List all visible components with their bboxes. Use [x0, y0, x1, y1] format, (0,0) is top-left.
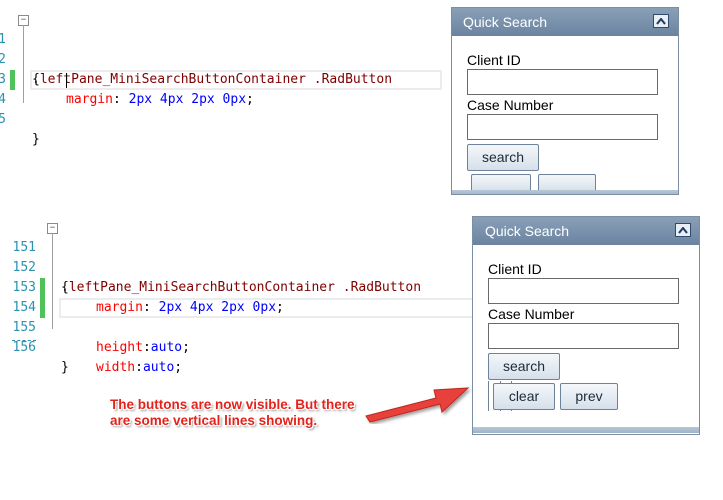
code-line: 154 height:auto;	[0, 278, 472, 355]
code-editor-top: 1 − .leftPane_MiniSearchButtonContainer …	[0, 8, 442, 147]
code-line[interactable]: 155 width:auto;	[0, 298, 472, 375]
client-id-label: Client ID	[488, 261, 542, 277]
collapse-icon[interactable]	[653, 14, 669, 28]
client-id-label: Client ID	[467, 52, 521, 68]
code-text: }	[61, 360, 69, 375]
code-text: }	[32, 132, 40, 147]
code-line: 5 }	[0, 90, 440, 147]
client-id-field[interactable]	[488, 278, 679, 304]
code-line: 2 {	[0, 30, 440, 87]
code-editor-bottom: 151 − .leftPane_MiniSearchButtonContaine…	[0, 216, 474, 375]
code-line: 153 margin: 2px 4px 2px 0px;	[0, 258, 472, 315]
quick-search-panel-bottom: Quick Search Client ID Case Number searc…	[472, 216, 700, 435]
code-line[interactable]: 4	[0, 70, 440, 107]
code-line: 1 − .leftPane_MiniSearchButtonContainer …	[0, 10, 440, 87]
code-line: 152 {	[0, 238, 472, 295]
code-line: 151 − .leftPane_MiniSearchButtonContaine…	[0, 218, 472, 295]
panel-header: Quick Search	[473, 217, 699, 245]
panel-bottom-bar	[473, 427, 699, 433]
changed-line-marker	[40, 278, 45, 298]
clear-button[interactable]: clear	[493, 383, 555, 410]
changed-line-marker	[40, 298, 45, 318]
client-id-field[interactable]	[467, 69, 658, 95]
clipped-line-number	[4, 339, 36, 343]
panel-bottom-bar	[452, 190, 678, 194]
case-number-field[interactable]	[467, 114, 658, 140]
search-button[interactable]: search	[488, 353, 560, 380]
css-value: auto	[150, 340, 183, 355]
annotation-arrow-icon	[365, 387, 470, 423]
css-property: height	[96, 340, 143, 355]
css-value: auto	[142, 360, 175, 375]
panel-title: Quick Search	[485, 223, 570, 239]
panel-title: Quick Search	[463, 14, 548, 30]
text-cursor	[66, 73, 67, 88]
changed-line-marker	[10, 70, 15, 90]
code-line: 3 margin: 2px 4px 2px 0px;	[0, 50, 440, 107]
css-property: width	[96, 360, 136, 375]
quick-search-panel-top: Quick Search Client ID Case Number searc…	[451, 7, 679, 195]
prev-button[interactable]: prev	[560, 383, 618, 410]
search-button[interactable]: search	[467, 144, 539, 171]
case-number-field[interactable]	[488, 323, 679, 349]
panel-header: Quick Search	[452, 8, 678, 36]
case-number-label: Case Number	[488, 306, 575, 322]
annotation-note: The buttons are now visible. But there a…	[110, 397, 355, 428]
line-number: 5	[0, 112, 6, 127]
case-number-label: Case Number	[467, 97, 554, 113]
code-line: 156 }	[0, 318, 472, 375]
collapse-icon[interactable]	[675, 223, 691, 237]
